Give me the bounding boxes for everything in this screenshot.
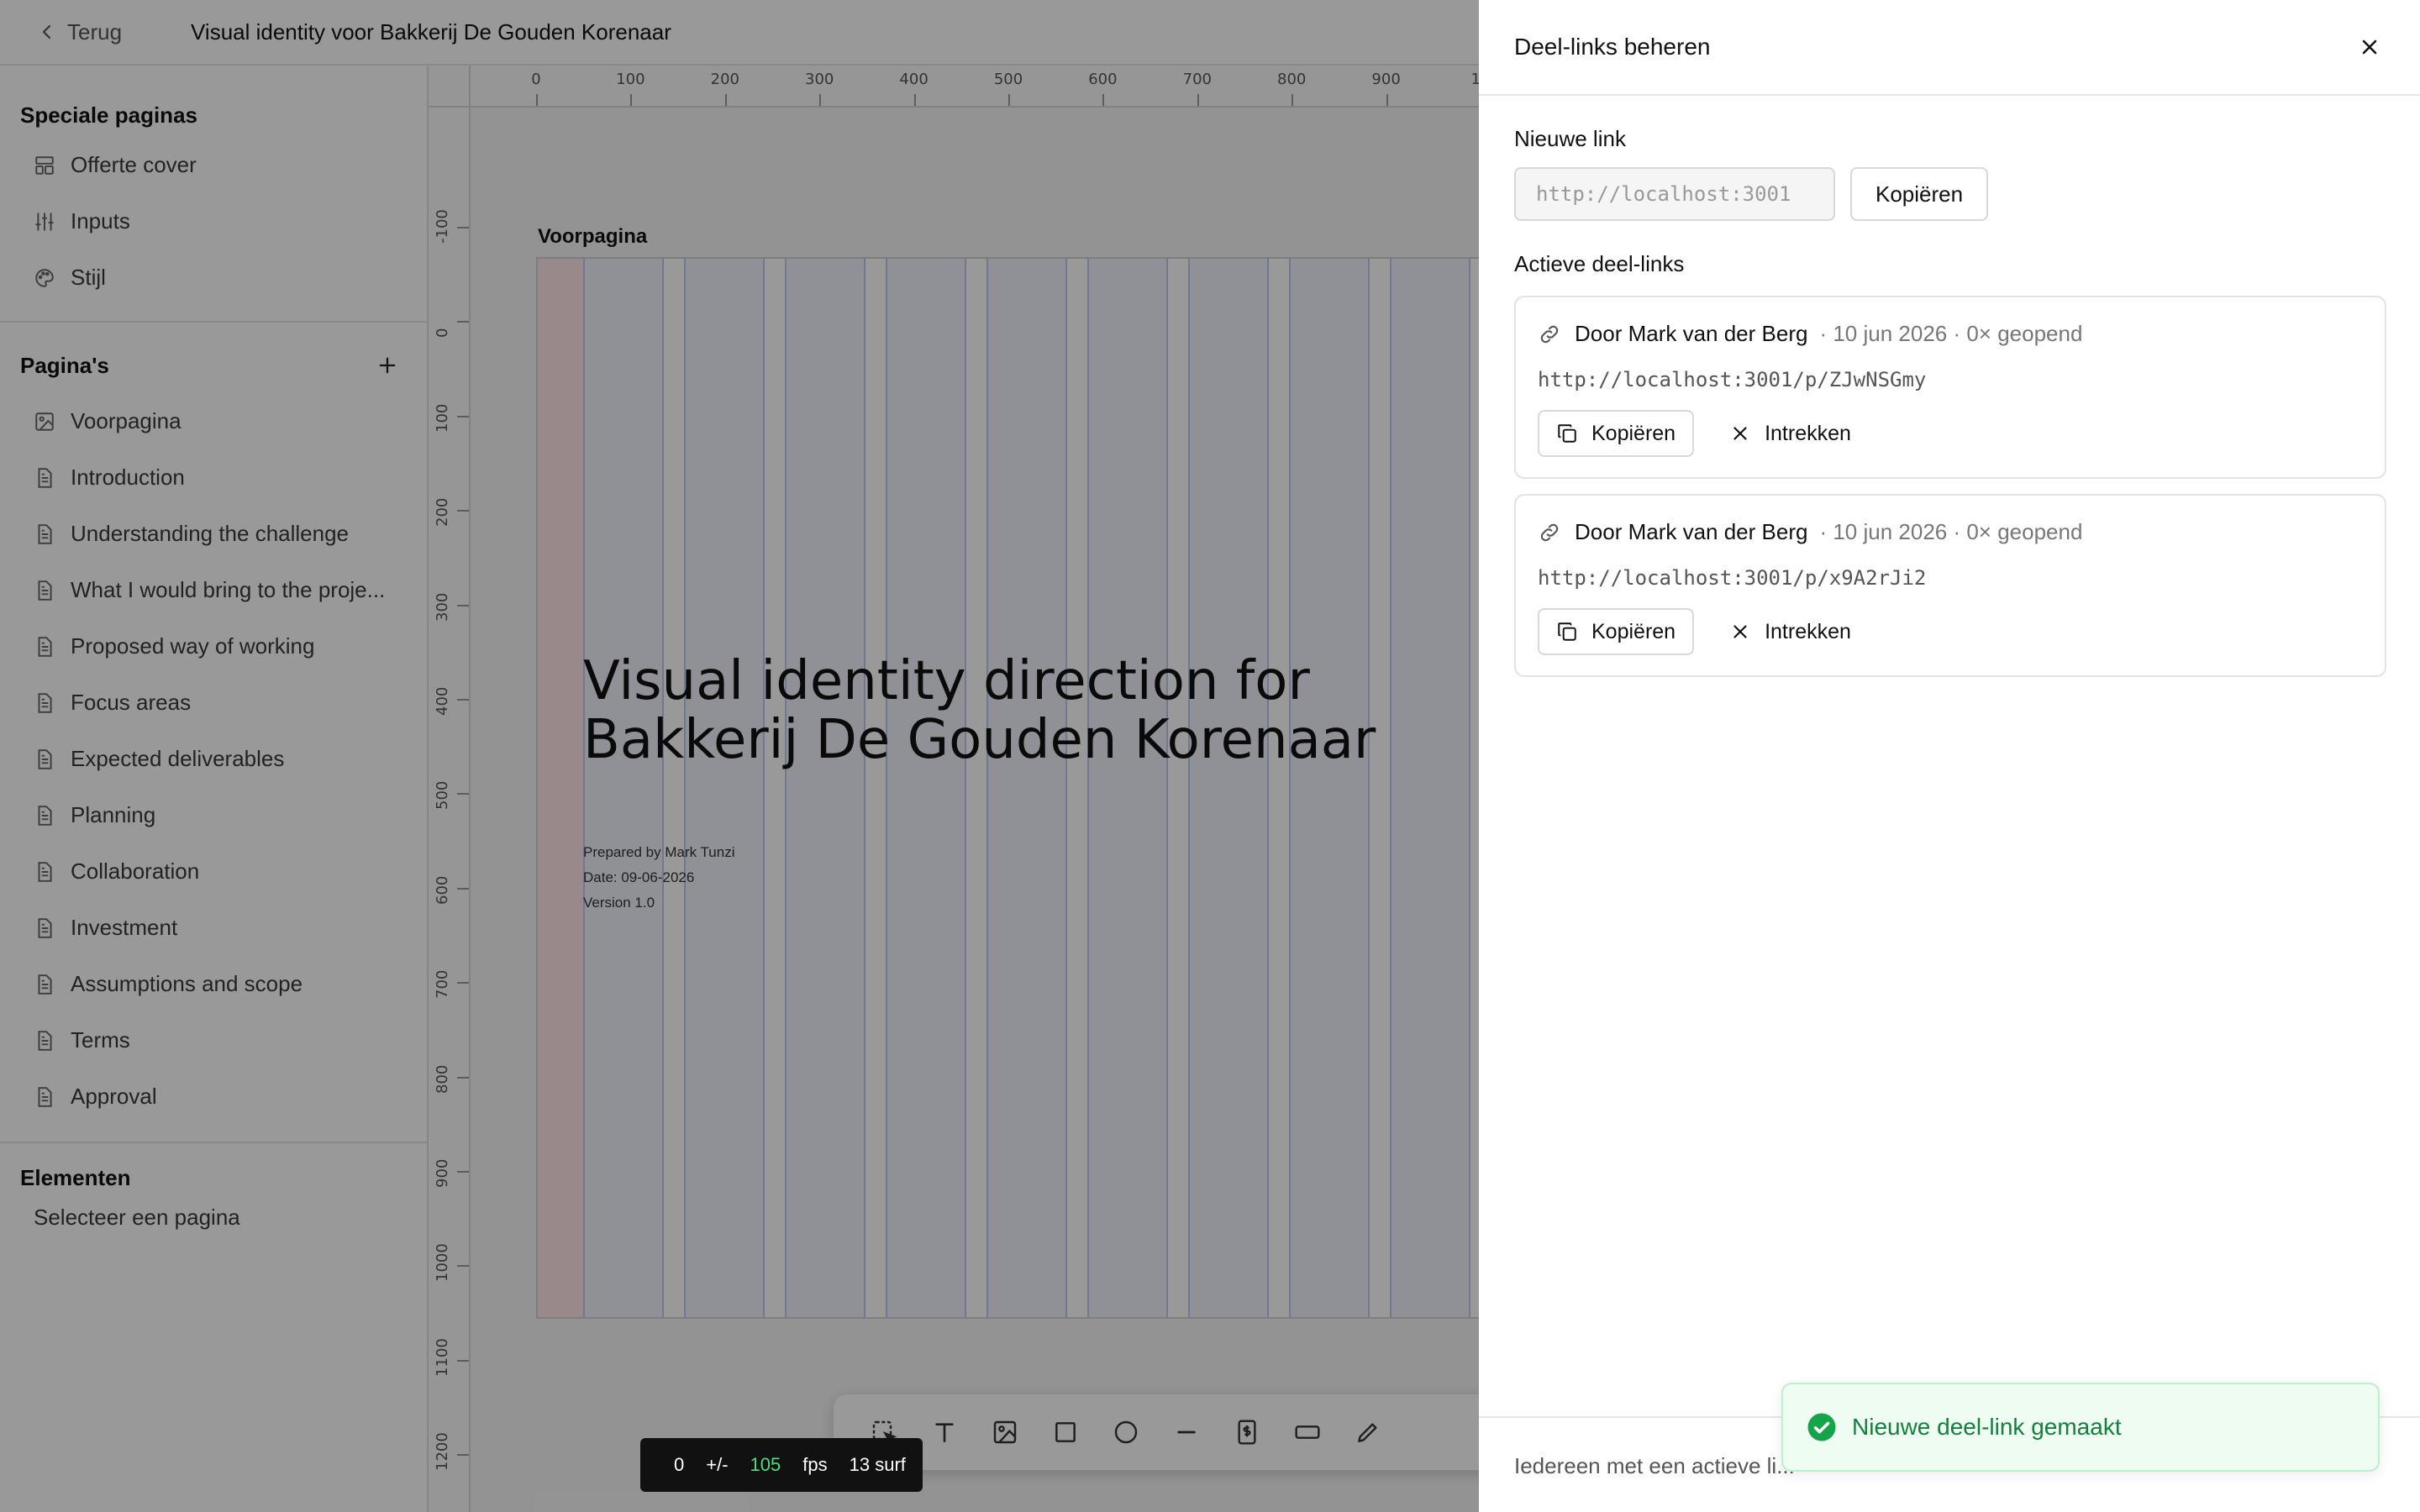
link-icon (1540, 325, 1559, 343)
close-icon (2362, 39, 2377, 55)
link-meta: · 10 jun 2026 · 0× geopend (1819, 321, 2083, 346)
close-button[interactable] (2353, 30, 2386, 64)
link-icon (1540, 523, 1559, 541)
x-icon (1733, 427, 1747, 440)
copy-new-link-button[interactable]: Kopiëren (1850, 167, 1989, 221)
copy-label: Kopiëren (1591, 421, 1676, 445)
x-icon (1733, 625, 1747, 638)
drawer-title: Deel-links beheren (1514, 34, 1711, 60)
new-link-label: Nieuwe link (1514, 126, 1626, 151)
active-links-list: Door Mark van der Berg · 10 jun 2026 · 0×… (1479, 296, 2420, 677)
active-links-label: Actieve deel-links (1514, 251, 1685, 276)
success-toast: Nieuwe deel-link gemaakt (1781, 1383, 2380, 1472)
link-author: Door Mark van der Berg (1575, 321, 1808, 346)
surf-count: 13 surf (849, 1454, 906, 1475)
fps-unit: fps (802, 1454, 828, 1475)
copy-link-button[interactable]: Kopiëren (1538, 410, 1695, 457)
fps-counter: 0 +/- 105 fps 13 surf (640, 1438, 923, 1492)
perf-b: +/- (706, 1454, 729, 1475)
toast-message: Nieuwe deel-link gemaakt (1852, 1414, 2122, 1440)
revoke-link-button[interactable]: Intrekken (1711, 410, 1870, 457)
link-url: http://localhost:3001/p/x9A2rJi2 (1538, 566, 1927, 590)
revoke-link-button[interactable]: Intrekken (1711, 608, 1870, 655)
revoke-label: Intrekken (1765, 619, 1851, 643)
link-actions: Kopiëren Intrekken (1538, 410, 1870, 457)
share-link-card: Door Mark van der Berg · 10 jun 2026 · 0×… (1514, 494, 2386, 677)
new-link-row: Kopiëren (1514, 167, 2420, 221)
copy-label: Kopiëren (1591, 619, 1676, 643)
perf-a: 0 (674, 1454, 685, 1475)
fps-value: 105 (750, 1454, 781, 1475)
link-actions: Kopiëren Intrekken (1538, 608, 1870, 655)
modal-overlay[interactable] (0, 0, 1479, 1512)
copy-link-button[interactable]: Kopiëren (1538, 608, 1695, 655)
check-circle-icon (1807, 1413, 1836, 1441)
share-link-card: Door Mark van der Berg · 10 jun 2026 · 0×… (1514, 296, 2386, 479)
share-links-drawer: Deel-links beheren Nieuwe link Kopiëren … (1479, 0, 2420, 1512)
link-card-header: Door Mark van der Berg · 10 jun 2026 · 0×… (1538, 519, 2082, 545)
copy-icon (1558, 622, 1576, 641)
link-card-header: Door Mark van der Berg · 10 jun 2026 · 0×… (1538, 321, 2082, 347)
link-url: http://localhost:3001/p/ZJwNSGmy (1538, 368, 1927, 391)
drawer-header: Deel-links beheren (1479, 0, 2420, 96)
link-author: Door Mark van der Berg (1575, 519, 1808, 544)
revoke-label: Intrekken (1765, 421, 1851, 445)
copy-icon (1558, 424, 1576, 443)
footer-text: Iedereen met een actieve li... (1514, 1453, 1795, 1478)
link-meta: · 10 jun 2026 · 0× geopend (1819, 519, 2083, 544)
new-link-url-field[interactable] (1514, 167, 1835, 221)
